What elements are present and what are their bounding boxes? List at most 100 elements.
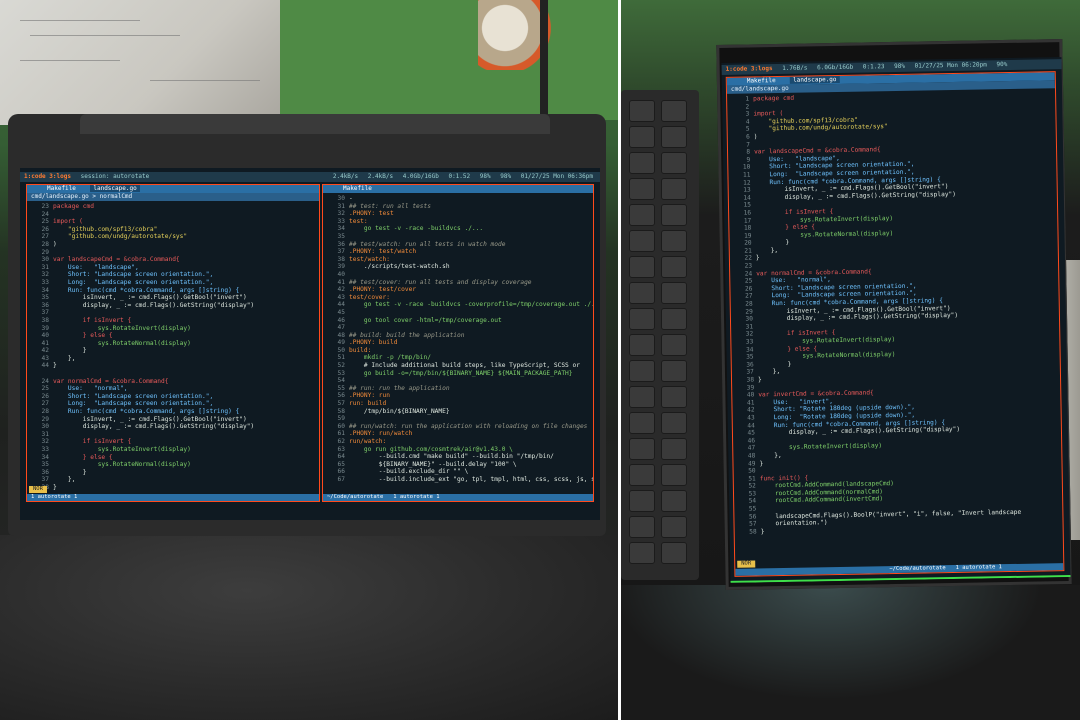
line-text: display, _ := cmd.Flags().GetString("dis… [53,301,255,309]
symbol-hint: normalCmd [99,193,133,200]
keyboard-key [629,308,655,330]
editor-pane-right[interactable]: Makefile 30-31 ## test: run all tests 32 .P… [322,184,594,502]
code-line: 50 build: [323,347,593,355]
line-number: 29 [41,415,49,423]
code-line: 26 Short: "Landscape screen orientation.… [27,393,319,401]
editor-pane-left[interactable]: Makefile landscape.go cmd/landscape.go >… [26,184,320,502]
line-number: 48 [337,331,345,339]
editor-pane-portrait[interactable]: Makefile landscape.go cmd/landscape.go 1… [725,71,1065,577]
keyboard-key [629,230,655,252]
code-view-left[interactable]: 23 package cmd 24 25 import (26 "github.com/… [27,201,319,492]
keyboard-key [629,386,655,408]
line-number: 38 [41,316,49,324]
line-number: 36 [337,240,345,248]
code-line: 45 [323,309,593,317]
keyboard-key [629,256,655,278]
line-text: test/watch: [349,255,390,263]
line-number: 55 [337,384,345,392]
keyboard-key [661,412,687,434]
line-text: }, [53,354,76,362]
line-text: sys.RotateInvert(display) [53,446,191,453]
code-line: 49 .PHONY: build [323,339,593,347]
code-line: 52 # Include additional build steps, lik… [323,362,593,370]
tab-makefile-right[interactable]: Makefile [343,185,372,192]
tab-landscape-go[interactable]: landscape.go [90,185,140,192]
keyboard-key [629,360,655,382]
buffer-tabs-right[interactable]: Makefile [323,185,593,193]
line-text: Long: "Landscape screen orientation.", [53,400,214,408]
line-text: }, [755,246,779,255]
vim-mode: NOR [29,486,47,493]
line-number: 31 [337,202,345,210]
line-number: 25 [41,218,49,226]
code-line: 32 if isInvert { [27,438,319,446]
code-line: 28) [27,241,319,249]
line-text: ## test/cover: run all tests and display… [349,278,532,286]
line-number: 52 [337,362,345,370]
code-line: 31 [27,431,319,439]
keyboard-key [629,516,655,538]
line-text: }, [53,476,76,484]
code-line: 59 [323,415,593,423]
code-line: 29 isInvert, _ := cmd.Flags().GetBool("i… [27,416,319,424]
code-line: 33 sys.RotateInvert(display) [27,446,319,454]
code-line: 53 go build -o=/tmp/bin/${BINARY_NAME} $… [323,370,593,378]
code-line: 36 ## test/watch: run all tests in watch … [323,241,593,249]
code-line: 34 Run: func(cmd *cobra.Command, args []… [27,287,319,295]
code-line: 38} [27,484,319,492]
printer-frame [540,0,548,120]
code-line: 62 run/watch: [323,438,593,446]
keyboard-key [661,308,687,330]
line-text: rootCmd.AddCommand(invertCmd) [760,495,884,505]
code-line: 44} [27,362,319,370]
line-text: .PHONY: test/watch [349,248,417,256]
line-text: } [757,376,762,384]
line-text: isInvert, _ := cmd.Flags().GetBool("inve… [53,294,247,302]
code-line: 44 go test -v -race -buildvcs -coverprof… [323,301,593,309]
line-number: 47 [337,324,345,332]
left-photo: 1:code 3:logs session: autorotate 2.4kB/… [0,0,618,720]
code-line: 24 var normalCmd = &cobra.Command{ [27,378,319,386]
tab-landscape-go-portrait[interactable]: landscape.go [790,75,840,84]
line-number: 49 [337,339,345,347]
code-line: 36 display, _ := cmd.Flags().GetString("… [27,302,319,310]
line-text: } [759,459,764,467]
battery-stat: 98% [479,173,491,180]
code-line: 35 [323,233,593,241]
code-line: 30 var landscapeCmd = &cobra.Command{ [27,256,319,264]
line-text: go build -o=/tmp/bin/${BINARY_NAME} ${MA… [349,369,573,377]
line-number: 43 [337,293,345,301]
line-text: mkdir -p /tmp/bin/ [349,354,431,362]
tab-makefile[interactable]: Makefile [47,185,76,192]
keyboard-key [629,100,655,122]
code-view-portrait[interactable]: 1 package cmd 2 3 import (4 "github.com/spf1… [727,88,1063,536]
line-text: Run: func(cmd *cobra.Command, args []str… [53,286,240,294]
code-view-right[interactable]: 30-31 ## test: run all tests 32 .PHONY: tes… [323,193,593,484]
line-number: 37 [41,476,49,484]
line-number: 24 [41,210,49,218]
line-number: 53 [337,369,345,377]
code-line: 51 mkdir -p /tmp/bin/ [323,354,593,362]
line-text: } [755,254,760,262]
line-number: 43 [41,354,49,362]
buffer-tabs[interactable]: Makefile landscape.go [27,185,319,193]
line-text: .PHONY: run/watch [349,430,413,438]
line-text: func init() { [759,474,809,483]
keyboard-key [661,334,687,356]
keyboard-key [661,178,687,200]
keyboard-key [661,516,687,538]
line-text: .PHONY: run [349,392,390,400]
code-line: 55 ## run: run the application [323,385,593,393]
tmux-windows: 1:code 3:logs [24,173,71,180]
line-number: 27 [41,233,49,241]
line-text: test: [349,217,368,225]
line-text: "github.com/spf13/cobra" [53,225,158,233]
line-number: 36 [41,468,49,476]
datetime-right: 01/27/25 Mon 06:20pm [914,61,987,70]
tmux-session: session: autorotate [80,173,150,180]
line-text: --build.exclude_dir "" \ [349,468,469,476]
tab-makefile-portrait[interactable]: Makefile [747,77,776,85]
line-text: ) [53,240,57,248]
code-line: 33 test: [323,218,593,226]
